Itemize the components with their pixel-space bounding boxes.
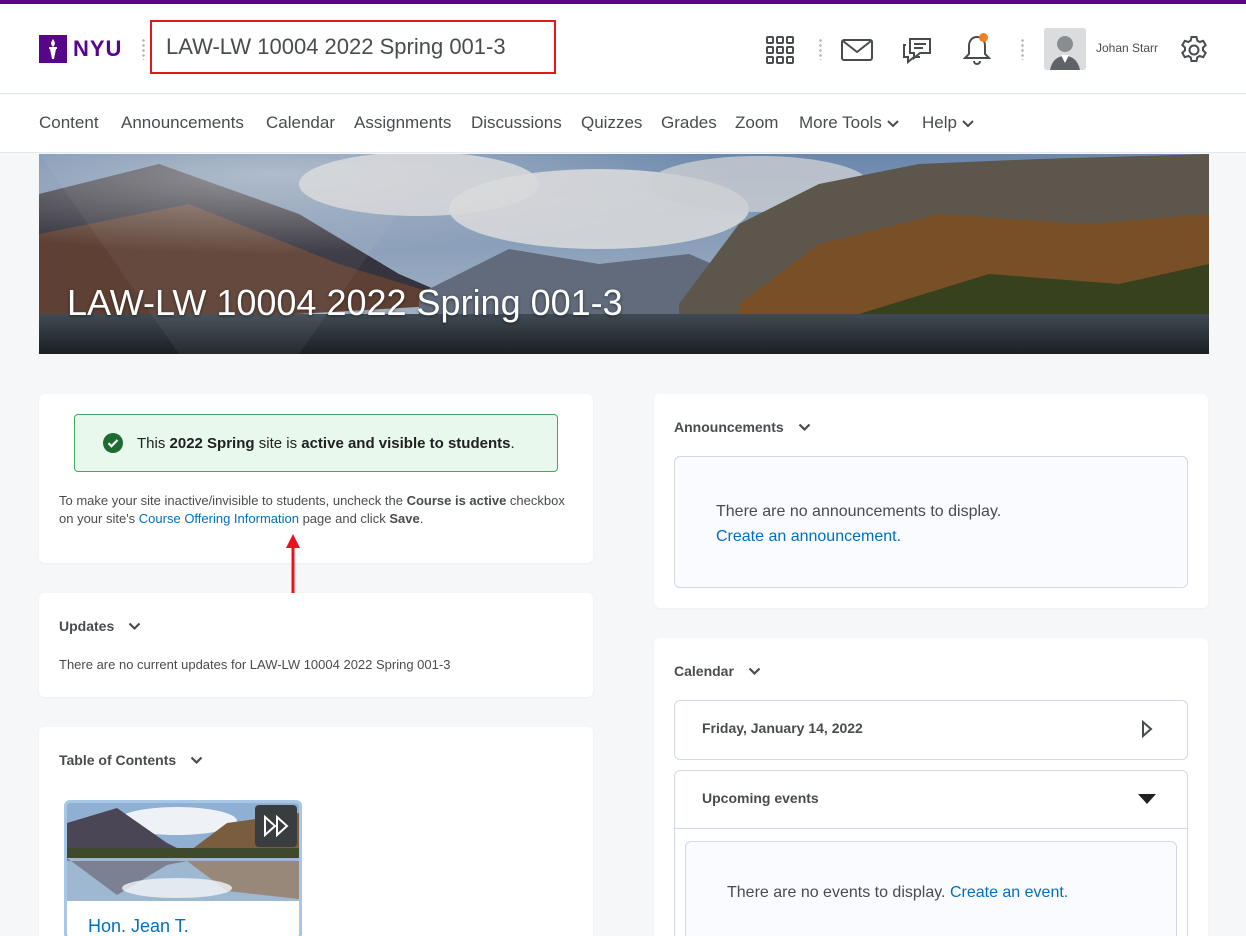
user-name[interactable]: Johan Starr xyxy=(1096,41,1158,55)
gear-icon[interactable] xyxy=(1176,32,1212,68)
site-status-card: This 2022 Spring site is active and visi… xyxy=(39,394,593,563)
course-banner: LAW-LW 10004 2022 Spring 001-3 xyxy=(39,154,1209,354)
updates-message: There are no current updates for LAW-LW … xyxy=(59,657,451,672)
events-empty-box: There are no events to display. Create a… xyxy=(685,841,1177,936)
nav-help[interactable]: Help xyxy=(922,113,974,133)
nav-announcements[interactable]: Announcements xyxy=(121,113,244,133)
separator xyxy=(142,38,145,60)
bell-icon[interactable] xyxy=(959,32,995,68)
mail-icon[interactable] xyxy=(839,32,875,68)
chevron-down-icon xyxy=(962,120,974,128)
caret-down-icon[interactable] xyxy=(1137,793,1157,805)
chevron-down-icon xyxy=(887,120,899,128)
nyu-logo[interactable]: NYU xyxy=(39,34,122,64)
upcoming-events-header[interactable]: Upcoming events xyxy=(675,771,1187,829)
chat-icon[interactable] xyxy=(899,32,935,68)
chevron-down-icon[interactable] xyxy=(798,423,811,432)
nav-grades[interactable]: Grades xyxy=(661,113,717,133)
active-status-alert: This 2022 Spring site is active and visi… xyxy=(74,414,558,472)
nav-more-tools-label: More Tools xyxy=(799,113,882,132)
notification-dot xyxy=(979,33,988,42)
site-header: NYU LAW-LW 10004 2022 Spring 001-3 Johan… xyxy=(0,4,1246,94)
toc-card: Table of Contents Hon. Jean T. xyxy=(39,727,593,936)
banner-course-title: LAW-LW 10004 2022 Spring 001-3 xyxy=(67,282,623,323)
separator xyxy=(1021,38,1024,60)
nav-quizzes[interactable]: Quizzes xyxy=(581,113,642,133)
create-event-link[interactable]: Create an event. xyxy=(950,884,1068,901)
calendar-card: Calendar Friday, January 14, 2022 Upcomi… xyxy=(654,638,1208,936)
separator xyxy=(819,38,822,60)
chevron-down-icon[interactable] xyxy=(748,667,761,676)
announcements-empty-box: There are no announcements to display. C… xyxy=(674,456,1188,588)
nav-discussions[interactable]: Discussions xyxy=(471,113,562,133)
course-navbar: Content Announcements Calendar Assignmen… xyxy=(0,95,1246,153)
toc-title[interactable]: Table of Contents xyxy=(59,752,203,768)
avatar[interactable] xyxy=(1044,28,1086,70)
announcements-card: Announcements There are no announcements… xyxy=(654,394,1208,608)
course-offering-info-link[interactable]: Course Offering Information xyxy=(139,511,299,526)
status-instructions: To make your site inactive/invisible to … xyxy=(59,493,565,526)
waffle-icon[interactable] xyxy=(762,32,798,68)
torch-icon xyxy=(39,35,67,63)
create-announcement-link[interactable]: Create an announcement. xyxy=(716,524,1001,549)
nav-assignments[interactable]: Assignments xyxy=(354,113,451,133)
check-circle-icon xyxy=(103,433,123,453)
toc-item-title[interactable]: Hon. Jean T. xyxy=(88,916,189,936)
course-title-text: LAW-LW 10004 2022 Spring 001-3 xyxy=(166,34,506,59)
calendar-date-bar[interactable]: Friday, January 14, 2022 xyxy=(674,700,1188,760)
updates-title[interactable]: Updates xyxy=(59,618,141,634)
course-title-selector[interactable]: LAW-LW 10004 2022 Spring 001-3 xyxy=(150,20,556,74)
announcements-empty-text: There are no announcements to display. xyxy=(716,503,1002,520)
play-right-icon[interactable] xyxy=(1141,720,1153,738)
nav-more-tools[interactable]: More Tools xyxy=(799,113,899,133)
logo-text: NYU xyxy=(73,36,123,61)
alert-text: This 2022 Spring site is active and visi… xyxy=(137,434,515,452)
updates-card: Updates There are no current updates for… xyxy=(39,593,593,697)
announcements-title[interactable]: Announcements xyxy=(674,419,811,435)
upcoming-events-panel: Upcoming events There are no events to d… xyxy=(674,770,1188,936)
calendar-date: Friday, January 14, 2022 xyxy=(702,720,863,736)
nav-calendar[interactable]: Calendar xyxy=(266,113,335,133)
calendar-title[interactable]: Calendar xyxy=(674,663,761,679)
toc-item-card[interactable]: Hon. Jean T. xyxy=(64,800,302,936)
nav-content[interactable]: Content xyxy=(39,113,99,133)
fast-forward-icon[interactable] xyxy=(255,805,297,847)
chevron-down-icon[interactable] xyxy=(190,756,203,765)
mountain-lake-image xyxy=(39,154,1209,354)
nav-zoom[interactable]: Zoom xyxy=(735,113,778,133)
chevron-down-icon[interactable] xyxy=(128,622,141,631)
nav-help-label: Help xyxy=(922,113,957,132)
upcoming-events-title: Upcoming events xyxy=(702,790,819,806)
events-empty-text: There are no events to display. xyxy=(727,884,950,901)
